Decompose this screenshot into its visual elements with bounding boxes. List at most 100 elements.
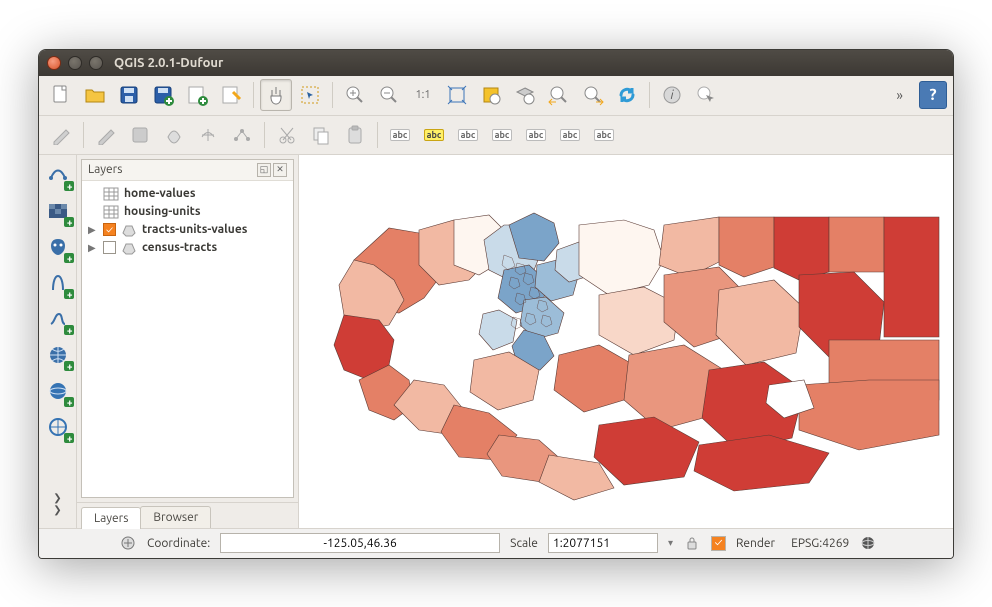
layer-row[interactable]: housing-units — [84, 203, 291, 221]
label-show-icon[interactable]: abc — [486, 119, 518, 151]
layer-name: tracts-units-values — [142, 223, 247, 236]
zoom-next-icon[interactable] — [577, 79, 609, 111]
identify-icon[interactable]: i — [656, 79, 688, 111]
toolbar-overflow-icon[interactable]: » — [890, 87, 909, 103]
help-button[interactable]: ? — [919, 81, 947, 109]
coordinate-input[interactable] — [220, 533, 500, 553]
expand-arrow-icon[interactable]: ▶ — [88, 242, 98, 254]
refresh-icon[interactable] — [611, 79, 643, 111]
label-move-icon[interactable]: abc — [520, 119, 552, 151]
coordinate-label: Coordinate: — [147, 537, 210, 550]
save-project-as-icon[interactable] — [147, 79, 179, 111]
add-wms-layer-icon[interactable] — [44, 341, 72, 369]
polygon-layer-icon — [121, 223, 137, 237]
new-project-icon[interactable] — [45, 79, 77, 111]
layers-panel: Layers ◱ ✕ home-values hous — [81, 159, 294, 498]
zoom-last-icon[interactable] — [543, 79, 575, 111]
scale-label: Scale — [510, 537, 538, 550]
label-change-icon[interactable]: abc — [588, 119, 620, 151]
label-rotate-icon[interactable]: abc — [554, 119, 586, 151]
pan-to-selection-icon[interactable] — [294, 79, 326, 111]
add-postgis-layer-icon[interactable] — [44, 233, 72, 261]
table-layer-icon — [103, 187, 119, 201]
render-checkbox[interactable] — [711, 536, 726, 551]
zoom-in-icon[interactable] — [339, 79, 371, 111]
toolbar-separator — [264, 122, 265, 148]
add-raster-layer-icon[interactable] — [44, 197, 72, 225]
new-print-composer-icon[interactable] — [181, 79, 213, 111]
toolbar-file-nav: 1:1 i » ? — [39, 76, 953, 116]
map-canvas[interactable] — [299, 155, 953, 528]
copy-features-icon[interactable] — [305, 119, 337, 151]
window-minimize-button[interactable] — [68, 56, 82, 70]
titlebar: QGIS 2.0.1-Dufour — [39, 50, 953, 76]
paste-features-icon[interactable] — [339, 119, 371, 151]
toolbar-separator — [83, 122, 84, 148]
tab-layers[interactable]: Layers — [81, 507, 141, 529]
add-feature-icon[interactable] — [158, 119, 190, 151]
toolbar-separator — [253, 82, 254, 108]
toolbar-separator — [377, 122, 378, 148]
move-feature-icon[interactable] — [192, 119, 224, 151]
panel-column: Layers ◱ ✕ home-values hous — [77, 155, 299, 528]
toolbar-editing-labels: abc abc abc abc abc abc abc — [39, 116, 953, 155]
app-window: QGIS 2.0.1-Dufour 1:1 i » ? — [38, 49, 954, 559]
add-wcs-layer-icon[interactable] — [44, 377, 72, 405]
layer-name: home-values — [124, 187, 196, 200]
zoom-to-layer-icon[interactable] — [509, 79, 541, 111]
panel-tabs: Layers Browser — [77, 502, 298, 528]
tab-browser[interactable]: Browser — [140, 506, 211, 528]
add-layer-toolbar: ❯❯ — [39, 155, 77, 528]
toggle-editing-icon[interactable] — [90, 119, 122, 151]
zoom-native-icon[interactable]: 1:1 — [407, 79, 439, 111]
table-layer-icon — [103, 205, 119, 219]
add-mssql-layer-icon[interactable] — [44, 305, 72, 333]
expand-arrow-icon[interactable]: ▶ — [88, 224, 98, 236]
side-toolbar-overflow-icon[interactable]: ❯❯ — [53, 492, 61, 516]
node-tool-icon[interactable] — [226, 119, 258, 151]
choropleth-map — [299, 155, 953, 528]
zoom-out-icon[interactable] — [373, 79, 405, 111]
crs-label: EPSG:4269 — [791, 537, 849, 550]
client-area: ❯❯ Layers ◱ ✕ home-values — [39, 155, 953, 528]
window-maximize-button[interactable] — [89, 56, 103, 70]
panel-close-icon[interactable]: ✕ — [273, 163, 287, 177]
render-label: Render — [736, 537, 775, 550]
layer-visibility-checkbox[interactable] — [103, 241, 116, 254]
zoom-full-icon[interactable] — [441, 79, 473, 111]
scale-lock-icon[interactable] — [683, 534, 701, 552]
crs-status-icon[interactable] — [859, 534, 877, 552]
label-tool-icon[interactable]: abc — [384, 119, 416, 151]
select-icon[interactable] — [690, 79, 722, 111]
polygon-layer-icon — [121, 241, 137, 255]
add-wfs-layer-icon[interactable] — [44, 413, 72, 441]
save-layer-edits-icon[interactable] — [124, 119, 156, 151]
toolbar-separator — [332, 82, 333, 108]
scale-selector[interactable] — [548, 533, 658, 553]
label-highlight-icon[interactable]: abc — [418, 119, 450, 151]
scale-dropdown-icon[interactable]: ▾ — [668, 537, 673, 549]
window-title: QGIS 2.0.1-Dufour — [114, 56, 223, 70]
pan-icon[interactable] — [260, 79, 292, 111]
save-project-icon[interactable] — [113, 79, 145, 111]
label-pin-icon[interactable]: abc — [452, 119, 484, 151]
add-vector-layer-icon[interactable] — [44, 161, 72, 189]
zoom-to-selection-icon[interactable] — [475, 79, 507, 111]
toolbar-separator — [649, 82, 650, 108]
toggle-extents-icon[interactable] — [119, 534, 137, 552]
layer-name: census-tracts — [142, 241, 217, 254]
panel-undock-icon[interactable]: ◱ — [257, 163, 271, 177]
layer-row[interactable]: home-values — [84, 185, 291, 203]
open-project-icon[interactable] — [79, 79, 111, 111]
layer-tree[interactable]: home-values housing-units ▶ tracts-units… — [82, 181, 293, 261]
cut-features-icon[interactable] — [271, 119, 303, 151]
layer-visibility-checkbox[interactable] — [103, 223, 116, 236]
layer-row[interactable]: ▶ tracts-units-values — [84, 221, 291, 239]
composer-manager-icon[interactable] — [215, 79, 247, 111]
layer-name: housing-units — [124, 205, 201, 218]
panel-title-text: Layers — [88, 163, 122, 176]
add-spatialite-layer-icon[interactable] — [44, 269, 72, 297]
layer-row[interactable]: ▶ census-tracts — [84, 239, 291, 257]
window-close-button[interactable] — [47, 56, 61, 70]
current-edits-icon[interactable] — [45, 119, 77, 151]
